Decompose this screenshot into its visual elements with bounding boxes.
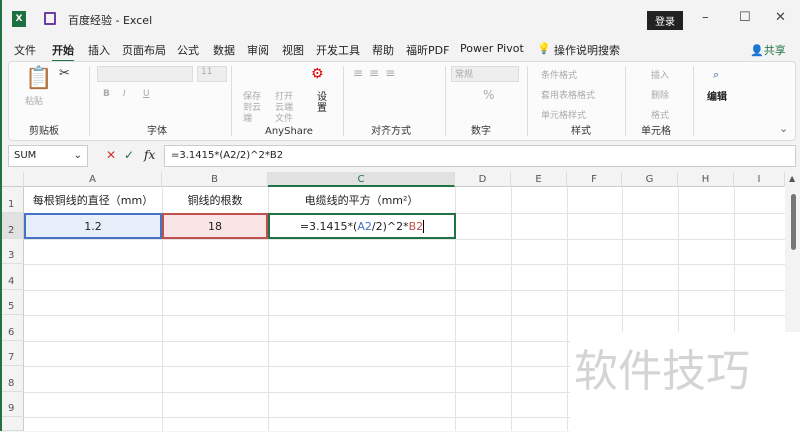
excel-logo-icon: X [12,11,26,27]
insert-function-icon[interactable]: fx [144,148,155,162]
cell-a2[interactable]: 1.2 [24,213,162,239]
row-header-8[interactable]: 8 [2,366,24,392]
insert-cells-button[interactable]: 插入 [651,68,669,81]
editing-button[interactable]: 编辑 [707,88,727,103]
search-icon: ⌕ [713,68,720,81]
tab-data[interactable]: 数据 [213,42,235,58]
column-header-d[interactable]: D [455,172,511,187]
alignment-group-label: 对齐方式 [371,126,411,137]
cancel-icon[interactable]: ✕ [106,148,116,162]
minimize-button[interactable]: – [702,10,709,25]
styles-group-label: 样式 [571,126,591,137]
tab-developer[interactable]: 开发工具 [316,42,360,58]
alignment-icons[interactable]: ≡≡≡ [353,66,401,80]
anyshare-settings-button[interactable]: 设置 [317,92,329,114]
cell-b1[interactable]: 铜线的根数 [162,187,268,213]
tab-page-layout[interactable]: 页面布局 [122,42,166,58]
collapse-ribbon-icon[interactable]: ⌄ [779,122,788,135]
column-header-i[interactable]: I [734,172,785,187]
percent-button[interactable]: % [483,88,494,102]
underline-button[interactable]: U [143,89,150,99]
row-header-10[interactable] [2,417,24,431]
cut-icon[interactable]: ✂ [59,66,70,81]
conditional-format-button[interactable]: 条件格式 [541,68,577,81]
cell-c2-editing[interactable]: =3.1415*(A2/2)^2* B2 [268,213,456,239]
tell-me-search[interactable]: 操作说明搜索 [554,42,620,58]
title-bar: X 百度经验 - Excel 登录 – ☐ ✕ [2,0,800,38]
open-cloud-file-button[interactable]: 打开云端文件 [275,92,301,125]
column-header-a[interactable]: A [24,172,162,187]
tab-home[interactable]: 开始 [52,42,74,62]
share-button[interactable]: 👤共享 [750,42,786,58]
scroll-up-icon[interactable]: ▲ [789,174,795,183]
format-cells-button[interactable]: 格式 [651,108,669,121]
window-title: 百度经验 - Excel [68,14,153,27]
tab-formulas[interactable]: 公式 [177,42,199,58]
cell-b2[interactable]: 18 [162,213,268,239]
row-header-1[interactable]: 1 [2,187,24,213]
ribbon: 📋 粘贴 ✂ 剪贴板 11 B I U 字体 保存到云端 打开云端文件 ⚙ 设置… [8,61,796,141]
row-header-9[interactable]: 9 [2,392,24,417]
font-size-select[interactable]: 11 [197,66,227,82]
formula-bar: SUM ⌄ ✕ ✓ fx =3.1415*(A2/2)^2*B2 [8,145,796,168]
column-header-c[interactable]: C [268,172,455,187]
tab-foxit-pdf[interactable]: 福昕PDF [406,42,449,58]
name-box[interactable]: SUM ⌄ [8,145,88,167]
bold-button[interactable]: B [103,89,110,99]
row-header-2[interactable]: 2 [2,213,24,239]
anyshare-group-label: AnyShare [265,126,313,137]
cell-c1[interactable]: 电缆线的平方（mm²） [268,187,455,213]
row-header-6[interactable]: 6 [2,315,24,341]
tab-view[interactable]: 视图 [282,42,304,58]
row-header-4[interactable]: 4 [2,264,24,290]
formula-input[interactable]: =3.1415*(A2/2)^2*B2 [164,145,796,167]
scroll-thumb[interactable] [791,194,796,250]
select-all[interactable] [2,172,24,187]
format-as-table-button[interactable]: 套用表格格式 [541,88,595,101]
number-group-label: 数字 [471,126,491,137]
font-name-select[interactable] [97,66,193,82]
tab-insert[interactable]: 插入 [88,42,110,58]
save-icon[interactable] [44,12,56,25]
tab-review[interactable]: 审阅 [247,42,269,58]
login-button[interactable]: 登录 [647,11,683,30]
cells-group-label: 单元格 [641,126,671,137]
paste-icon[interactable]: 📋 [25,66,52,91]
delete-cells-button[interactable]: 删除 [651,88,669,101]
tab-power-pivot[interactable]: Power Pivot [460,42,524,55]
enter-icon[interactable]: ✓ [124,148,134,162]
clipboard-group-label: 剪贴板 [29,126,59,137]
tab-file[interactable]: 文件 [14,42,36,58]
column-header-g[interactable]: G [622,172,678,187]
close-button[interactable]: ✕ [775,10,786,25]
row-header-5[interactable]: 5 [2,290,24,315]
tab-help[interactable]: 帮助 [372,42,394,58]
maximize-button[interactable]: ☐ [739,10,751,25]
lightbulb-icon: 💡 [537,42,551,55]
row-header-7[interactable]: 7 [2,341,24,366]
column-header-h[interactable]: H [678,172,734,187]
font-group-label: 字体 [147,126,167,137]
column-header-e[interactable]: E [511,172,567,187]
paste-button[interactable]: 粘贴 [25,94,43,107]
column-header-b[interactable]: B [162,172,268,187]
column-header-f[interactable]: F [567,172,622,187]
cell-styles-button[interactable]: 单元格样式 [541,108,586,121]
watermark: 软件技巧 [570,332,800,432]
save-to-cloud-button[interactable]: 保存到云端 [243,92,269,125]
settings-gear-icon: ⚙ [311,66,324,82]
ribbon-tabs: 文件 开始 插入 页面布局 公式 数据 审阅 视图 开发工具 帮助 福昕PDF … [2,38,800,62]
row-header-3[interactable]: 3 [2,239,24,264]
italic-button[interactable]: I [123,89,126,99]
cell-a1[interactable]: 每根铜线的直径（mm） [24,187,162,213]
number-format-select[interactable]: 常规 [451,66,519,82]
